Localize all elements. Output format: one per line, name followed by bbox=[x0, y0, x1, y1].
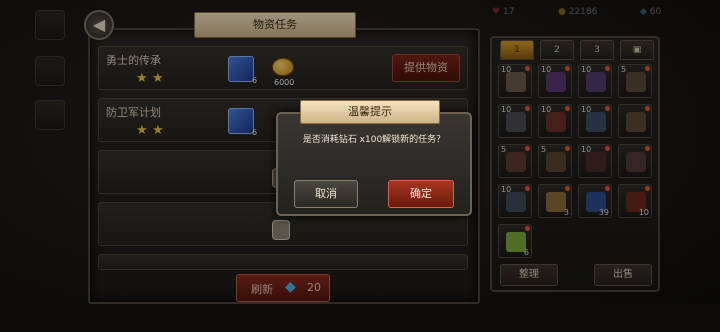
dialog-message: 是否消耗钻石 x100解锁新的任务？ bbox=[302, 135, 446, 145]
confirm-button[interactable]: 确定 bbox=[388, 180, 454, 208]
cancel-button[interactable]: 取消 bbox=[294, 180, 358, 208]
dialog-title: 温馨提示 bbox=[300, 100, 440, 124]
